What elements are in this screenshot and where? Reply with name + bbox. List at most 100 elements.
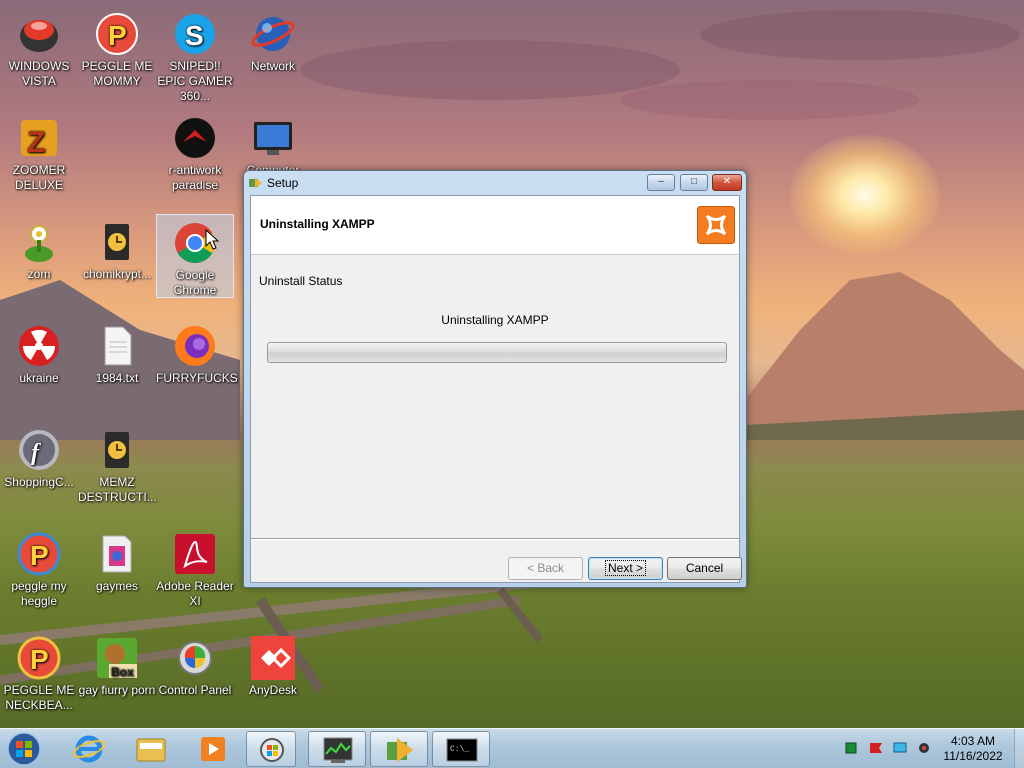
button-separator xyxy=(251,538,739,540)
taskbar-explorer[interactable] xyxy=(122,731,180,767)
next-button[interactable]: Next > xyxy=(588,557,663,580)
clock-file-icon xyxy=(95,428,139,472)
peggle-icon: P xyxy=(95,12,139,56)
back-button-label: < Back xyxy=(526,561,565,575)
close-icon: ✕ xyxy=(722,176,732,187)
taskbar-cmd[interactable]: C:\_ xyxy=(432,731,490,767)
cmd-icon: C:\_ xyxy=(446,738,478,762)
flash-icon: f xyxy=(17,428,61,472)
windows-start-orb-icon xyxy=(7,732,41,766)
desktop-icon-zom[interactable]: zom xyxy=(0,214,78,282)
firefox-icon xyxy=(173,324,217,368)
desktop-icon-zoomer-deluxe[interactable]: Z ZOOMER DELUXE xyxy=(0,110,78,193)
zuma-icon: Z xyxy=(17,116,61,160)
peggle-icon: P xyxy=(17,532,61,576)
minimize-icon: – xyxy=(658,176,664,187)
flag-icon[interactable] xyxy=(869,742,882,754)
setup-dialog: Setup – □ ✕ Uninstalling XAMPP Uninstall… xyxy=(243,170,747,588)
taskbar-setup[interactable] xyxy=(370,731,428,767)
setup-app-icon xyxy=(249,178,262,188)
desktop-icon-memz-destructi[interactable]: MEMZ DESTRUCTI... xyxy=(78,422,157,505)
task-manager-icon xyxy=(323,737,353,763)
desktop-icon-peggle-me-mommy[interactable]: P PEGGLE ME MOMMY xyxy=(78,6,156,89)
dialog-header: Uninstalling XAMPP xyxy=(251,196,739,255)
media-player-icon xyxy=(201,737,225,761)
svg-text:Z: Z xyxy=(27,126,45,159)
desktop-icon-google-chrome[interactable]: Google Chrome xyxy=(156,214,234,298)
taskbar-media-player[interactable] xyxy=(184,731,242,767)
desktop-icon-network[interactable]: Network xyxy=(234,6,312,74)
adobe-reader-icon xyxy=(173,532,217,576)
desktop-icon-control-panel[interactable]: Control Panel xyxy=(156,630,234,698)
desktop-icon-ukraine[interactable]: ukraine xyxy=(0,318,78,386)
svg-text:P: P xyxy=(30,644,49,675)
plant-icon xyxy=(17,220,61,264)
speaker-icon[interactable] xyxy=(917,742,929,754)
cancel-button[interactable]: Cancel xyxy=(667,557,742,580)
text-file-icon xyxy=(95,324,139,368)
svg-text:S: S xyxy=(185,20,204,51)
svg-text:P: P xyxy=(108,20,127,51)
taskbar-task-manager[interactable] xyxy=(308,731,366,767)
back-button[interactable]: < Back xyxy=(508,557,583,580)
desktop-icon-gay-fiurry-porn[interactable]: Box gay fiurry porn xyxy=(78,630,156,698)
sun xyxy=(790,135,940,255)
explorer-folder-icon xyxy=(136,738,166,762)
desktop-icon-r-antiwork-paradise[interactable]: r-antiwork paradise xyxy=(156,110,234,193)
desktop-icon-shoppingc[interactable]: f ShoppingC... xyxy=(0,422,78,490)
uninstall-status-text: Uninstalling XAMPP xyxy=(441,313,549,327)
close-button[interactable]: ✕ xyxy=(712,174,742,191)
peggle-icon: P xyxy=(17,636,61,680)
games-folder-icon xyxy=(95,532,139,576)
desktop-icon-windows-vista[interactable]: WINDOWS VISTA xyxy=(0,6,78,89)
dialog-client-area: Uninstalling XAMPP Uninstall Status Unin… xyxy=(250,195,742,583)
desktop-icon-gaymes[interactable]: gaymes xyxy=(78,526,156,594)
computer-monitor-icon xyxy=(251,116,295,160)
taskbar-clock[interactable]: 4:03 AM 11/16/2022 xyxy=(936,734,1010,764)
skype-icon: S xyxy=(173,12,217,56)
xampp-logo-icon xyxy=(697,206,735,244)
box-bear-icon: Box xyxy=(95,636,139,680)
network-globe-icon xyxy=(251,12,295,56)
vista-orb-app-icon xyxy=(260,738,284,762)
svg-text:P: P xyxy=(30,540,49,571)
show-desktop-button[interactable] xyxy=(1014,729,1024,768)
taskbar-internet-explorer[interactable] xyxy=(60,731,118,767)
taskbar: C:\_ 4:03 AM 11/16/2022 xyxy=(0,728,1024,768)
svg-text:C:\_: C:\_ xyxy=(450,745,469,754)
minimize-button[interactable]: – xyxy=(647,174,675,191)
red-logo-icon xyxy=(173,116,217,160)
maximize-button[interactable]: □ xyxy=(680,174,708,191)
taskbar-vista-app[interactable] xyxy=(246,731,296,767)
uninstall-progress-bar xyxy=(267,342,727,363)
clock-time: 4:03 AM xyxy=(950,734,996,748)
cancel-button-label: Cancel xyxy=(685,561,724,575)
start-button[interactable] xyxy=(4,730,44,768)
dialog-title: Setup xyxy=(267,176,299,190)
monitor-tray-icon[interactable] xyxy=(893,742,907,754)
anydesk-icon xyxy=(251,636,295,680)
desktop-icon-1984-txt[interactable]: 1984.txt xyxy=(78,318,156,386)
radiation-icon xyxy=(17,324,61,368)
desktop-icon-anydesk[interactable]: AnyDesk xyxy=(234,630,312,698)
clock-file-icon xyxy=(95,220,139,264)
header-title: Uninstalling XAMPP xyxy=(260,217,375,231)
svg-text:Box: Box xyxy=(111,665,134,679)
dialog-titlebar[interactable]: Setup – □ ✕ xyxy=(244,171,746,195)
maximize-icon: □ xyxy=(690,176,698,187)
next-button-label: Next > xyxy=(604,560,647,576)
windows-vista-ball-icon xyxy=(17,12,61,56)
uninstall-status-label: Uninstall Status xyxy=(259,274,343,288)
desktop-icon-peggle-my-heggle[interactable]: P peggle my heggle xyxy=(0,526,78,609)
control-panel-icon xyxy=(173,636,217,680)
mouse-cursor-icon xyxy=(205,229,219,250)
clock-date: 11/16/2022 xyxy=(943,749,1003,763)
desktop-icon-furryfucks[interactable]: FURRYFUCKS xyxy=(156,318,238,386)
desktop-icon-chomikrypt[interactable]: chomikrypt... xyxy=(78,214,156,282)
internet-explorer-icon xyxy=(72,735,106,763)
desktop-icon-sniped-epic-gamer[interactable]: S SNIPED!! EPIC GAMER 360... xyxy=(156,6,234,104)
green-tray-icon[interactable] xyxy=(845,742,857,754)
desktop-icon-computer[interactable]: Computer xyxy=(234,110,312,178)
desktop-icon-adobe-reader-xi[interactable]: Adobe Reader XI xyxy=(156,526,234,609)
desktop-icon-peggle-me-neckbea[interactable]: P PEGGLE ME NECKBEA... xyxy=(0,630,78,713)
